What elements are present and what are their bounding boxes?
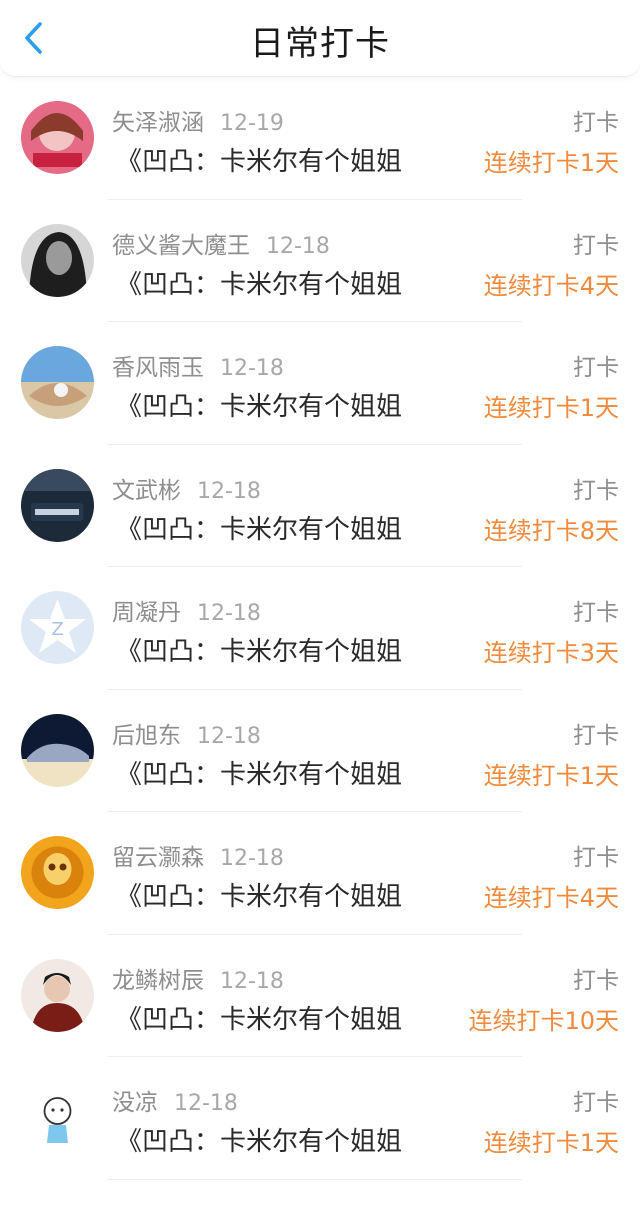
avatar[interactable] [21,223,94,297]
streak-text: 连续打卡1天 [483,394,619,422]
book-title[interactable]: 《凹凸：卡米尔有个姐姐 [116,754,451,791]
avatar[interactable] [21,468,94,542]
book-title[interactable]: 《凹凸：卡米尔有个姐姐 [116,631,451,668]
book-title[interactable]: 《凹凸：卡米尔有个姐姐 [116,264,451,301]
book-title[interactable]: 《凹凸：卡米尔有个姐姐 [116,1121,451,1158]
checkin-date: 12-18 [266,233,330,259]
checkin-label: 打卡 [573,967,619,994]
user-name[interactable]: 周凝丹 [112,600,181,626]
user-name[interactable]: 矢泽淑涵 [112,110,204,136]
checkin-label: 打卡 [573,722,619,749]
svg-text:Z: Z [51,619,63,640]
list-item[interactable]: 后旭东 12-18 打卡 《凹凸：卡米尔有个姐姐 连续打卡1天 [0,690,640,813]
checkin-date: 12-18 [220,846,284,871]
user-name[interactable]: 后旭东 [112,723,181,749]
user-name[interactable]: 龙鳞树辰 [112,968,204,994]
checkin-date: 12-18 [174,1091,238,1116]
list-item[interactable]: Z 周凝丹 12-18 打卡 《凹凸：卡米尔有个姐姐 连续打卡3天 [0,567,640,690]
avatar[interactable] [21,346,94,419]
list-item[interactable]: 龙鳞树辰 12-18 打卡 《凹凸：卡米尔有个姐姐 连续打卡10天 [0,935,640,1058]
book-title[interactable]: 《凹凸：卡米尔有个姐姐 [116,386,451,423]
checkin-label: 打卡 [573,110,619,136]
streak-text: 连续打卡3天 [483,639,619,667]
avatar[interactable] [21,1081,94,1154]
user-name[interactable]: 德义酱大魔王 [112,233,250,259]
checkin-date: 12-18 [220,356,284,381]
list-item[interactable]: 德义酱大魔王 12-18 打卡 《凹凸：卡米尔有个姐姐 连续打卡4天 [0,200,640,323]
avatar[interactable] [21,836,94,909]
avatar[interactable]: Z [21,591,94,664]
checkin-date: 12-18 [197,723,261,749]
book-title[interactable]: 《凹凸：卡米尔有个姐姐 [116,141,451,178]
streak-text: 连续打卡4天 [483,271,619,300]
user-name[interactable]: 没凉 [112,1090,158,1116]
streak-text: 连续打卡1天 [483,149,619,177]
checkin-date: 12-18 [197,601,261,626]
avatar[interactable] [21,958,94,1032]
top-navigation-bar: 日常打卡 [0,0,640,77]
checkin-date: 12-19 [220,111,284,136]
list-item[interactable]: 留云灏森 12-18 打卡 《凹凸：卡米尔有个姐姐 连续打卡4天 [0,812,640,935]
checkin-date: 12-18 [220,968,284,994]
streak-text: 连续打卡10天 [468,1006,619,1035]
streak-text: 连续打卡1天 [483,761,619,790]
book-title[interactable]: 《凹凸：卡米尔有个姐姐 [116,509,451,546]
list-item[interactable]: 香风雨玉 12-18 打卡 《凹凸：卡米尔有个姐姐 连续打卡1天 [0,322,640,445]
page-title: 日常打卡 [250,24,390,64]
list-item[interactable]: 文武彬 12-18 打卡 《凹凸：卡米尔有个姐姐 连续打卡8天 [0,445,640,568]
avatar[interactable] [21,713,94,787]
book-title[interactable]: 《凹凸：卡米尔有个姐姐 [116,876,451,913]
list-item[interactable]: 没凉 12-18 打卡 《凹凸：卡米尔有个姐姐 连续打卡1天 [0,1057,640,1180]
checkin-label: 打卡 [573,355,619,381]
checkin-label: 打卡 [573,845,619,871]
checkin-date: 12-18 [197,478,261,504]
streak-text: 连续打卡1天 [483,1129,619,1157]
user-name[interactable]: 香风雨玉 [112,355,204,381]
list-item[interactable]: 矢泽淑涵 12-19 打卡 《凹凸：卡米尔有个姐姐 连续打卡1天 [0,77,640,200]
checkin-label: 打卡 [573,232,619,259]
streak-text: 连续打卡4天 [483,884,619,912]
book-title[interactable]: 《凹凸：卡米尔有个姐姐 [116,999,451,1036]
checkin-label: 打卡 [573,600,619,626]
avatar[interactable] [21,101,94,174]
checkin-list: 矢泽淑涵 12-19 打卡 《凹凸：卡米尔有个姐姐 连续打卡1天 德义酱大魔王 12… [0,77,640,1180]
checkin-label: 打卡 [573,477,619,504]
user-name[interactable]: 文武彬 [112,478,181,504]
checkin-label: 打卡 [573,1090,619,1116]
streak-text: 连续打卡8天 [483,516,619,545]
user-name[interactable]: 留云灏森 [112,845,204,871]
